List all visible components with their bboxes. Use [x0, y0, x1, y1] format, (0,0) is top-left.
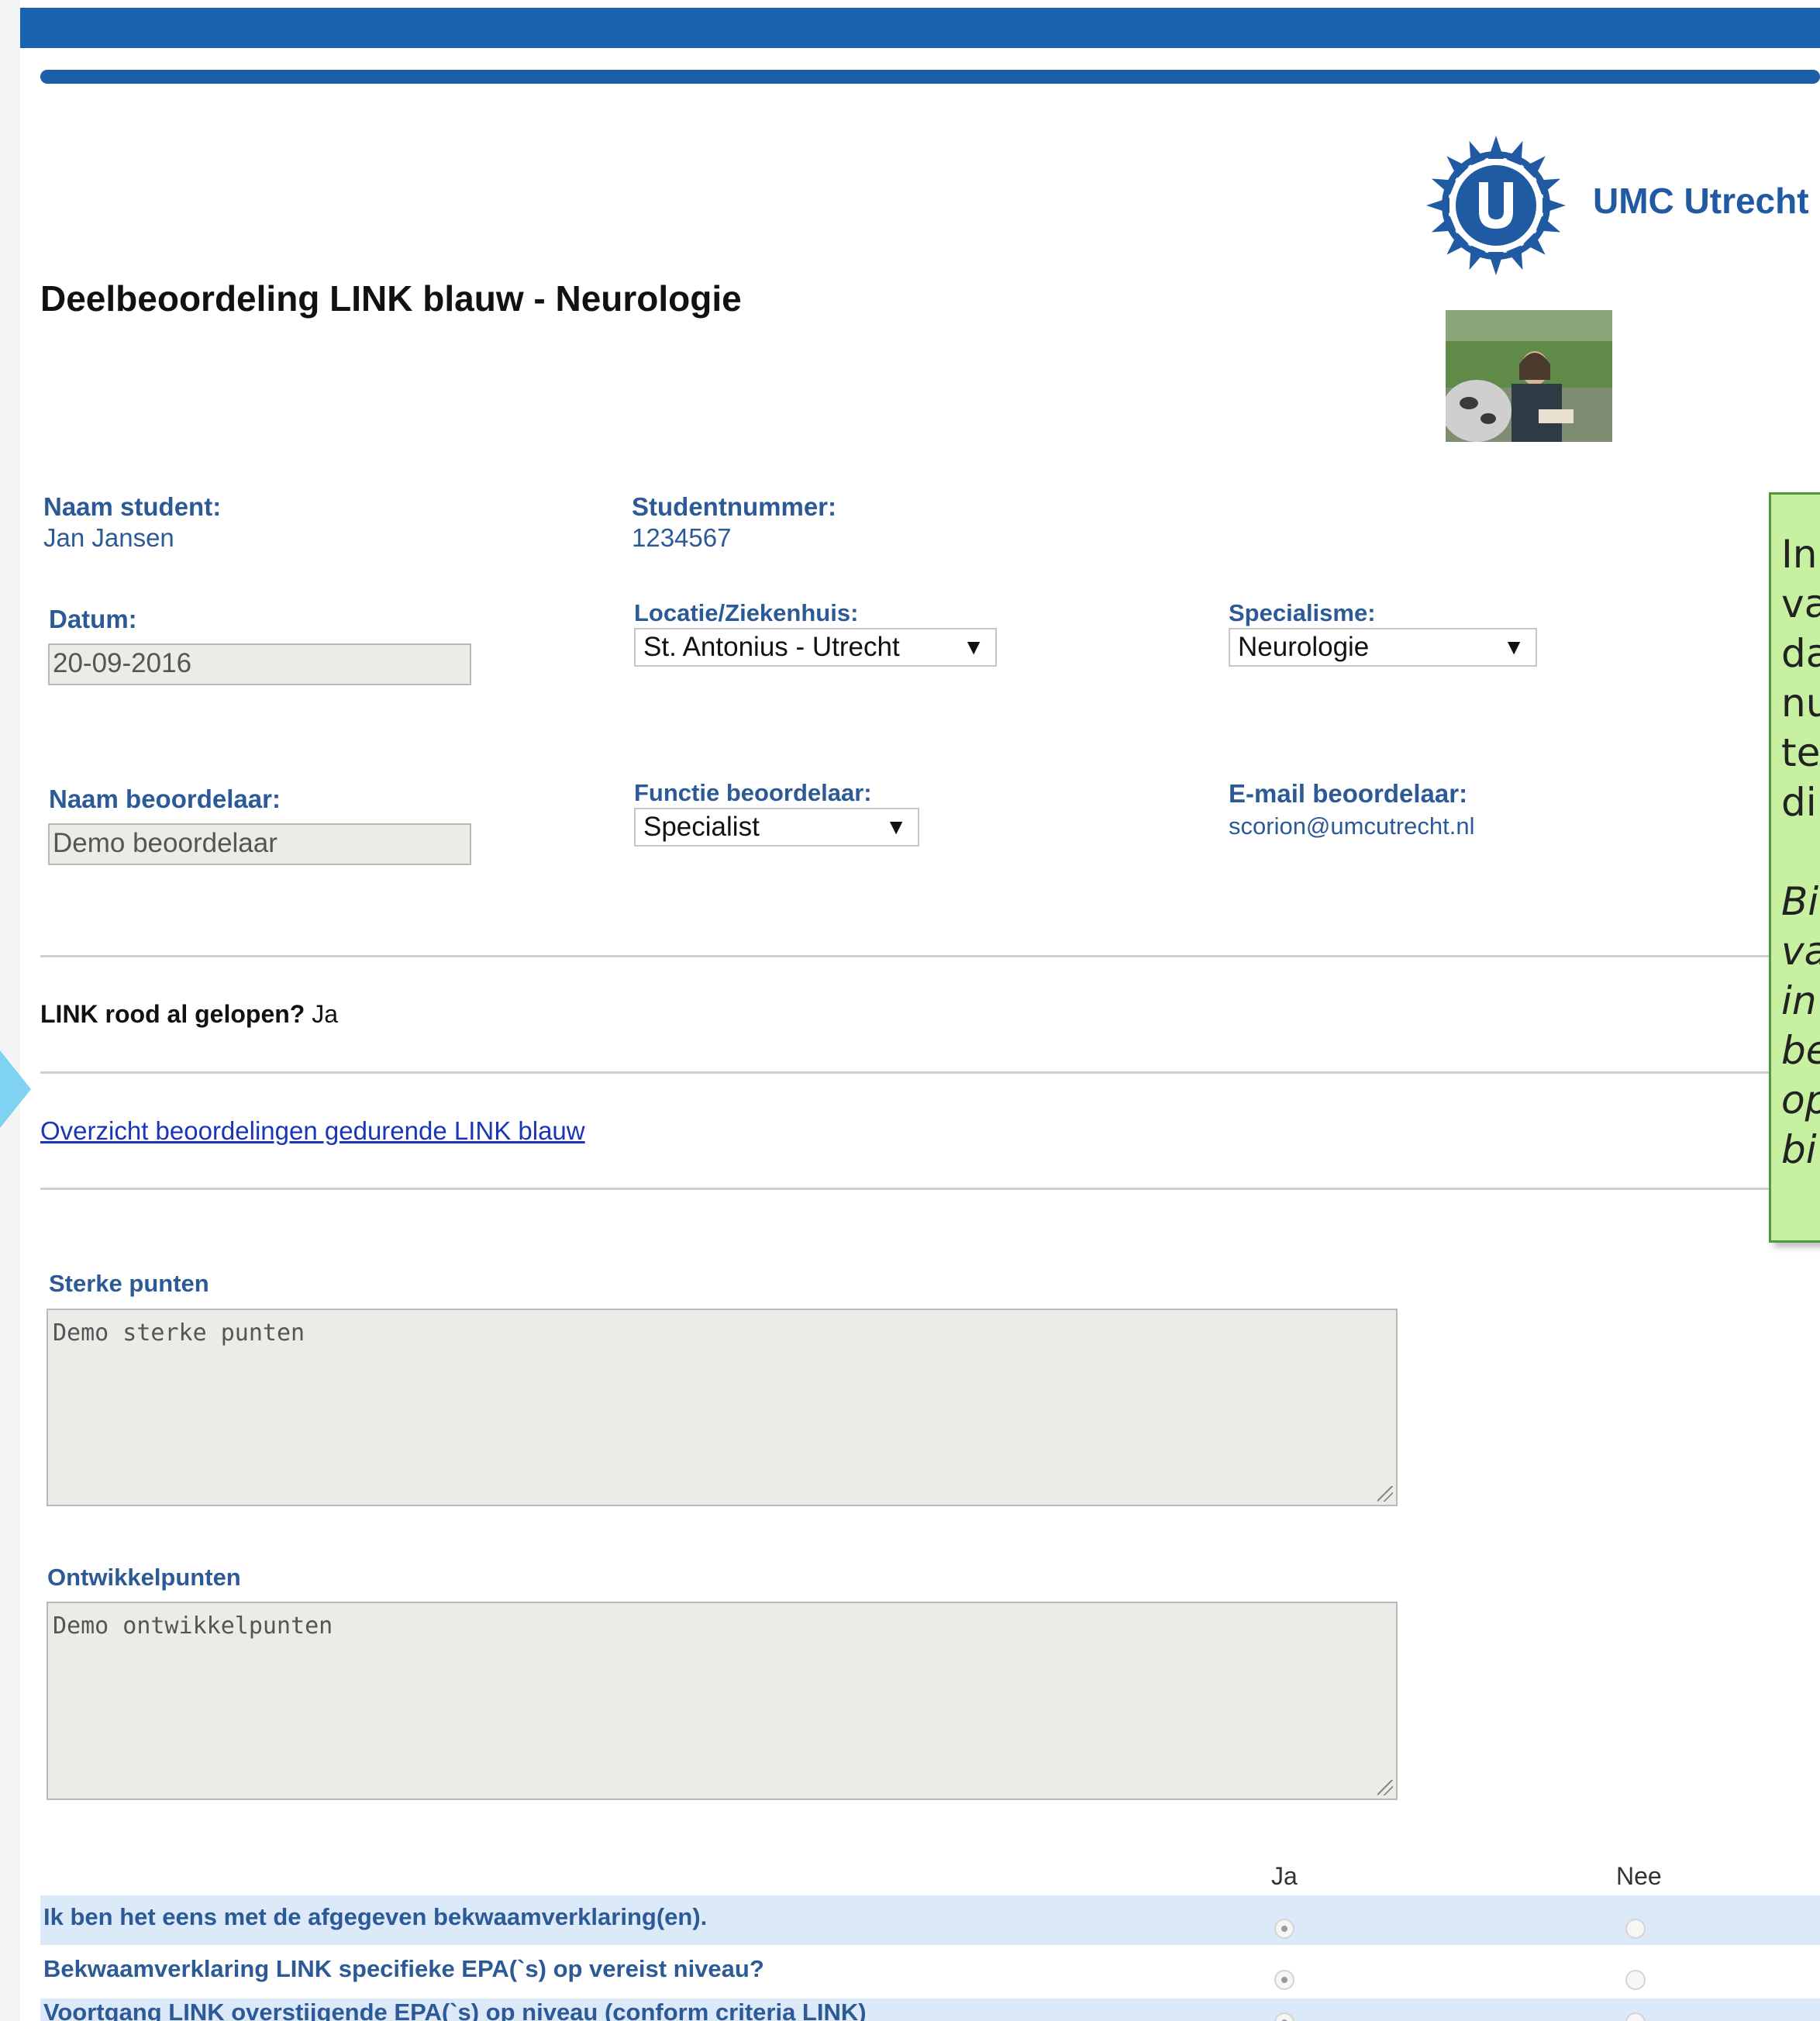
resize-handle-icon[interactable] — [1377, 1486, 1393, 1502]
divider — [40, 1071, 1820, 1074]
assessor-email-label: E-mail beoordelaar: — [1229, 779, 1468, 808]
column-header-yes: Ja — [1271, 1862, 1298, 1890]
radio-yes[interactable] — [1274, 1970, 1294, 1990]
assessor-name-label: Naam beoordelaar: — [49, 785, 281, 813]
top-header-bar — [20, 8, 1820, 48]
logo-wordmark: UMC Utrecht — [1593, 181, 1809, 221]
sun-emblem-icon — [1426, 136, 1566, 275]
assessor-name-input[interactable]: Demo beoordelaar — [48, 823, 471, 865]
strengths-text: Demo sterke punten — [53, 1319, 305, 1347]
specialism-selected-value: Neurologie — [1238, 632, 1370, 662]
development-textarea[interactable]: Demo ontwikkelpunten — [47, 1602, 1398, 1800]
student-number-label: Studentnummer: — [632, 492, 836, 521]
radio-no[interactable] — [1625, 2012, 1646, 2021]
note-line: te — [1781, 730, 1820, 775]
dropdown-arrow-icon: ▼ — [963, 635, 984, 659]
location-select[interactable]: St. Antonius - Utrecht ▼ — [634, 628, 997, 667]
assessor-function-select[interactable]: Specialist ▼ — [634, 808, 919, 847]
page-title: Deelbeoordeling LINK blauw - Neurologie — [40, 278, 742, 319]
overview-assessments-link[interactable]: Overzicht beoordelingen gedurende LINK b… — [40, 1116, 585, 1146]
date-input[interactable]: 20-09-2016 — [48, 643, 471, 685]
question-text: Voortgang LINK overstijgende EPA(`s) op … — [43, 1999, 867, 2021]
link-rood-answer: Ja — [312, 1000, 339, 1028]
note-line-italic: va — [1781, 929, 1820, 974]
note-line-italic: in — [1781, 978, 1817, 1023]
note-line-italic: Bi — [1781, 879, 1819, 924]
student-name-label: Naam student: — [43, 492, 222, 521]
assessor-function-label: Functie beoordelaar: — [634, 779, 872, 806]
column-header-no: Nee — [1616, 1862, 1662, 1890]
note-line: nu — [1781, 681, 1820, 726]
instruction-note-text: In va da nu te di Bi va in be op bi — [1781, 529, 1820, 1174]
assessor-function-selected-value: Specialist — [643, 812, 760, 842]
development-text: Demo ontwikkelpunten — [53, 1612, 333, 1640]
student-photo — [1446, 310, 1612, 442]
assessor-email-value: scorion@umcutrecht.nl — [1229, 812, 1475, 840]
dropdown-arrow-icon: ▼ — [1503, 635, 1525, 659]
development-label: Ontwikkelpunten — [47, 1564, 241, 1591]
header-divider-bar — [40, 70, 1820, 84]
tutorial-pointer-icon — [0, 1050, 31, 1128]
student-name-value: Jan Jansen — [43, 523, 174, 552]
question-row: Bekwaamverklaring LINK specifieke EPA(`s… — [40, 1947, 1820, 1997]
link-rood-question: LINK rood al gelopen? — [40, 1000, 305, 1028]
note-line: In — [1781, 532, 1818, 577]
left-margin — [0, 0, 20, 2021]
note-line-italic: op — [1781, 1078, 1820, 1123]
question-row: Ik ben het eens met de afgegeven bekwaam… — [40, 1895, 1820, 1945]
radio-yes[interactable] — [1274, 2012, 1294, 2021]
student-number-value: 1234567 — [632, 523, 732, 552]
divider — [40, 1188, 1820, 1190]
link-rood-status: LINK rood al gelopen? Ja — [40, 1000, 338, 1029]
strengths-textarea[interactable]: Demo sterke punten — [47, 1309, 1398, 1506]
specialism-label: Specialisme: — [1229, 599, 1376, 626]
specialism-select[interactable]: Neurologie ▼ — [1229, 628, 1537, 667]
resize-handle-icon[interactable] — [1377, 1780, 1393, 1795]
note-line-italic: be — [1781, 1028, 1820, 1073]
location-label: Locatie/Ziekenhuis: — [634, 599, 859, 626]
radio-no[interactable] — [1625, 1970, 1646, 1990]
radio-yes[interactable] — [1274, 1919, 1294, 1939]
question-row: Voortgang LINK overstijgende EPA(`s) op … — [40, 1999, 1820, 2021]
divider — [40, 955, 1820, 957]
date-label: Datum: — [49, 605, 137, 633]
note-line: di — [1781, 780, 1817, 825]
instruction-note: In va da nu te di Bi va in be op bi — [1769, 492, 1820, 1243]
question-text: Bekwaamverklaring LINK specifieke EPA(`s… — [43, 1955, 764, 1982]
note-line: da — [1781, 631, 1820, 676]
question-text: Ik ben het eens met de afgegeven bekwaam… — [43, 1903, 708, 1930]
location-selected-value: St. Antonius - Utrecht — [643, 632, 900, 662]
note-line-italic: bi — [1781, 1127, 1817, 1172]
dropdown-arrow-icon: ▼ — [885, 815, 907, 839]
strengths-label: Sterke punten — [49, 1270, 209, 1297]
umc-utrecht-logo: UMC Utrecht — [1422, 132, 1820, 279]
note-line: va — [1781, 581, 1820, 626]
radio-no[interactable] — [1625, 1919, 1646, 1939]
